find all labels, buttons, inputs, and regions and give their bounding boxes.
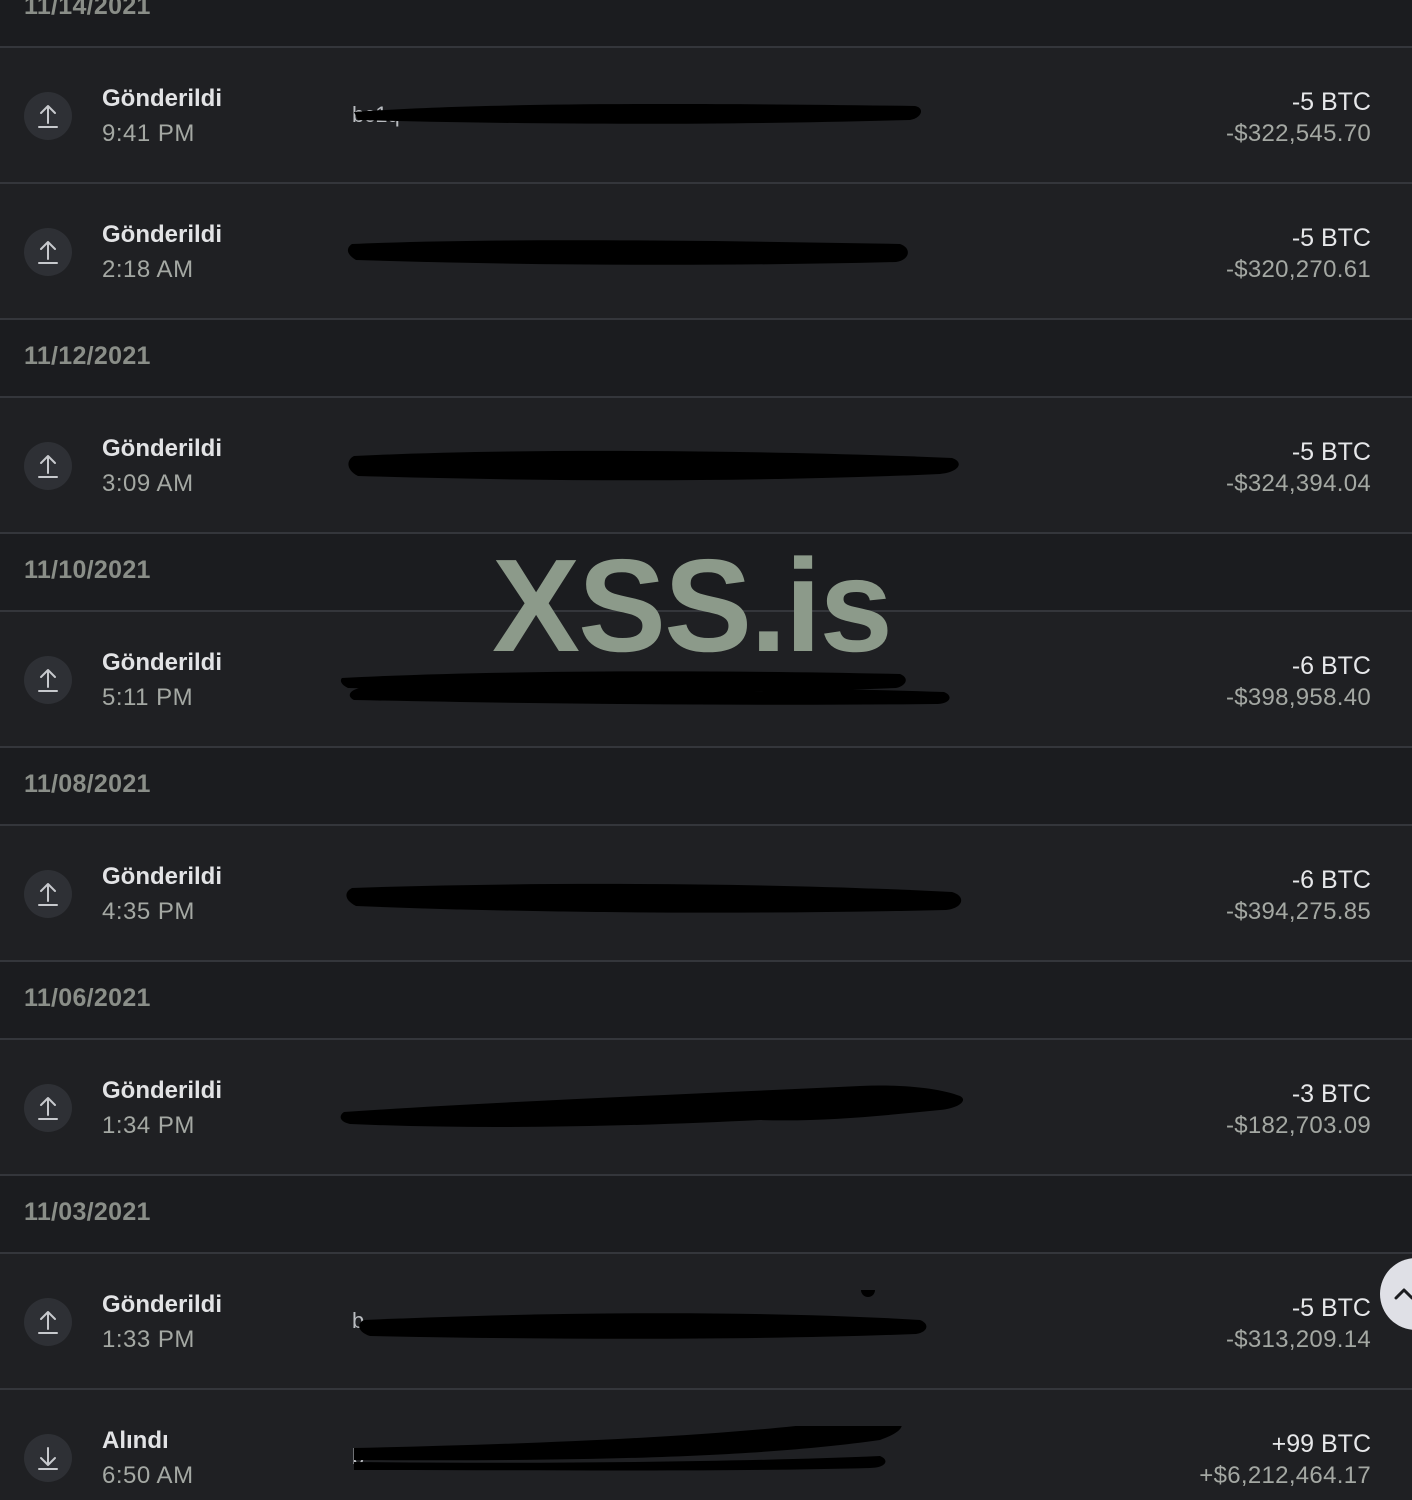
transaction-row[interactable]: Gönderildi 9:41 PM bc1q -5 BTC -$322,545…	[0, 48, 1412, 184]
crypto-amount: -5 BTC	[1291, 224, 1371, 252]
transaction-history: 11/14/2021 Gönderildi 9:41 PM bc1q -5 BT…	[0, 0, 1412, 1500]
redacted-address	[340, 1076, 980, 1140]
date-label: 11/06/2021	[24, 984, 151, 1012]
date-header: 11/03/2021	[0, 1176, 1412, 1254]
date-label: 11/03/2021	[24, 1198, 151, 1226]
transaction-row[interactable]: Alındı 6:50 AM b +99 BTC +$6,212,464.17	[0, 1390, 1412, 1500]
date-header: 11/06/2021	[0, 962, 1412, 1040]
redacted-address: b	[340, 1426, 980, 1490]
fiat-amount: -$320,270.61	[1225, 256, 1371, 283]
transaction-row[interactable]: Gönderildi 1:33 PM b -5 BTC -$313,209.14	[0, 1254, 1412, 1390]
chevron-up-icon	[1394, 1288, 1412, 1300]
transaction-type: Gönderildi	[102, 863, 222, 890]
transaction-time: 5:11 PM	[102, 684, 194, 711]
fiat-amount: -$322,545.70	[1225, 120, 1371, 147]
date-label: 11/12/2021	[24, 342, 151, 370]
date-label: 11/10/2021	[24, 556, 151, 584]
transaction-type: Gönderildi	[102, 649, 222, 676]
transaction-time: 1:33 PM	[102, 1326, 195, 1353]
date-label: 11/08/2021	[24, 770, 151, 798]
download-arrow-icon	[24, 1434, 72, 1482]
fiat-amount: -$182,703.09	[1225, 1112, 1371, 1139]
upload-arrow-icon	[24, 656, 72, 704]
transaction-time: 2:18 AM	[102, 256, 194, 283]
fiat-amount: -$398,958.40	[1225, 684, 1371, 711]
transaction-time: 9:41 PM	[102, 120, 195, 147]
crypto-amount: -3 BTC	[1291, 1080, 1371, 1108]
transaction-type: Gönderildi	[102, 1291, 222, 1318]
transaction-type: Gönderildi	[102, 1077, 222, 1104]
transaction-time: 4:35 PM	[102, 898, 195, 925]
fiat-amount: -$324,394.04	[1225, 470, 1371, 497]
upload-arrow-icon	[24, 870, 72, 918]
date-header: 11/12/2021	[0, 320, 1412, 398]
redacted-address: b	[340, 1290, 980, 1354]
transaction-time: 1:34 PM	[102, 1112, 195, 1139]
transaction-row[interactable]: Gönderildi 2:18 AM -5 BTC -$320,270.61	[0, 184, 1412, 320]
date-header: 11/14/2021	[0, 0, 1412, 48]
upload-arrow-icon	[24, 1298, 72, 1346]
transaction-time: 6:50 AM	[102, 1462, 194, 1489]
redacted-address	[340, 220, 980, 284]
crypto-amount: -5 BTC	[1291, 1294, 1371, 1322]
upload-arrow-icon	[24, 1084, 72, 1132]
transaction-type: Gönderildi	[102, 221, 222, 248]
transaction-type: Gönderildi	[102, 85, 222, 112]
date-label: 11/14/2021	[24, 0, 151, 20]
transaction-time: 3:09 AM	[102, 470, 194, 497]
redacted-address	[340, 862, 980, 926]
watermark: XSS.is	[492, 532, 893, 679]
fiat-amount: -$394,275.85	[1225, 898, 1371, 925]
transaction-type: Alındı	[102, 1427, 169, 1454]
transaction-type: Gönderildi	[102, 435, 222, 462]
crypto-amount: -6 BTC	[1291, 652, 1371, 680]
transaction-row[interactable]: Gönderildi 1:34 PM -3 BTC -$182,703.09	[0, 1040, 1412, 1176]
upload-arrow-icon	[24, 228, 72, 276]
fiat-amount: -$313,209.14	[1225, 1326, 1371, 1353]
date-header: 11/08/2021	[0, 748, 1412, 826]
redacted-address: bc1q	[340, 84, 980, 148]
upload-arrow-icon	[24, 442, 72, 490]
upload-arrow-icon	[24, 92, 72, 140]
crypto-amount: -5 BTC	[1291, 438, 1371, 466]
fiat-amount: +$6,212,464.17	[1199, 1462, 1371, 1489]
redacted-address	[340, 434, 980, 498]
transaction-row[interactable]: Gönderildi 4:35 PM -6 BTC -$394,275.85	[0, 826, 1412, 962]
crypto-amount: -5 BTC	[1291, 88, 1371, 116]
transaction-row[interactable]: Gönderildi 3:09 AM -5 BTC -$324,394.04	[0, 398, 1412, 534]
crypto-amount: +99 BTC	[1271, 1430, 1371, 1458]
crypto-amount: -6 BTC	[1291, 866, 1371, 894]
